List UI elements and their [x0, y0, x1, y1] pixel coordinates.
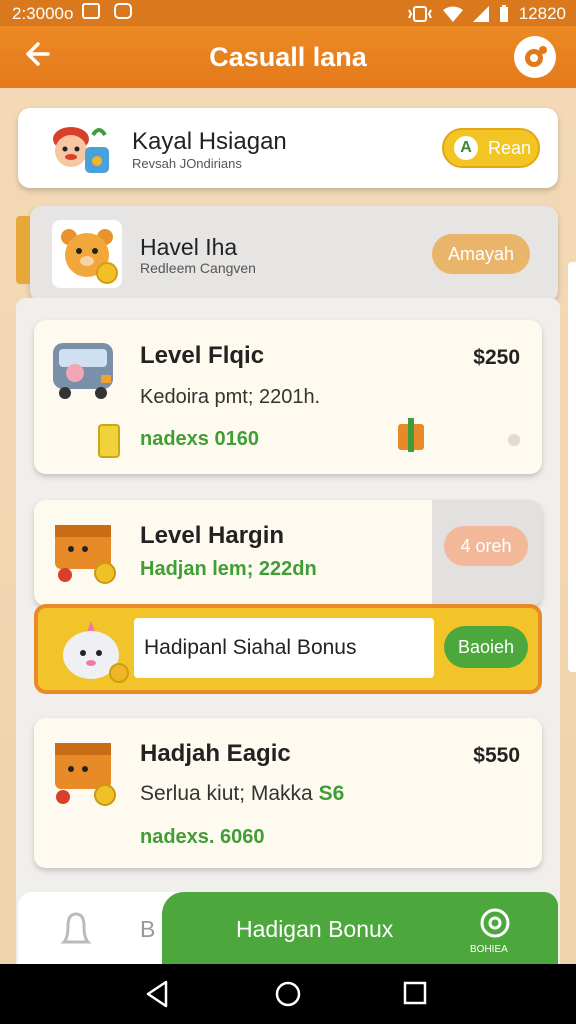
bottom-action-bar: B Hadigan Bonux BOHIEA — [18, 892, 558, 964]
top-card-button[interactable]: A Rean — [442, 128, 540, 168]
item-price: $550 — [473, 744, 520, 767]
second-card-subtitle: Redleem Cangven — [140, 260, 256, 276]
item-title: Hadjah Eagic — [140, 740, 291, 767]
status-right: 12820 — [407, 4, 566, 24]
bell-icon[interactable] — [58, 910, 94, 950]
nav-recents-icon[interactable] — [402, 980, 432, 1010]
bottom-left-letter: B — [140, 916, 156, 942]
character-avatar — [40, 116, 118, 180]
bear-avatar — [52, 220, 122, 288]
item-button[interactable]: 4 oreh — [444, 526, 528, 566]
coin-jar-icon — [98, 424, 120, 458]
item-description: Serlua kiut; Makka — [140, 782, 313, 805]
app-bar: Casuall lana — [0, 26, 576, 88]
bonus-banner[interactable]: Hadipanl Siahal Bonus Baoieh — [34, 604, 542, 694]
main-content: Kayal Hsiagan Revsah JOndirians A Rean H… — [0, 88, 576, 978]
item-title: Level Hargin — [140, 522, 285, 549]
bonus-cta-label: Hadigan Bonux — [236, 916, 394, 942]
unicorn-character-icon — [63, 621, 129, 683]
item-button-label: 4 oreh — [460, 535, 512, 556]
battery-icon — [499, 5, 508, 22]
status-bar: 2:3000o 12820 — [0, 0, 576, 26]
card-accent-strip — [16, 216, 30, 284]
wheel-icon-label: BOHIEA — [470, 944, 508, 955]
vibrate-icon — [407, 6, 432, 22]
bonus-button[interactable]: Baoieh — [444, 626, 528, 668]
item-reward: nadexs. 6060 — [140, 826, 265, 848]
a-badge-icon: A — [454, 136, 478, 160]
item-description-highlight: S6 — [318, 782, 345, 805]
bonus-avatar — [50, 614, 134, 686]
scrollbar[interactable] — [568, 262, 576, 672]
nav-home-icon[interactable] — [274, 980, 304, 1010]
item-avatar — [48, 514, 124, 586]
second-card-button-label: Amayah — [447, 243, 515, 264]
item-description-row: Serlua kiut; Makka S6 — [140, 782, 344, 806]
second-card-button[interactable]: Amayah — [432, 234, 530, 274]
bonus-button-label: Baoieh — [457, 636, 515, 657]
top-card-button-label: Rean — [488, 137, 532, 158]
box-character-icon — [55, 525, 116, 584]
list-item[interactable]: Hadjah Eagic $550 Serlua kiut; Makka S6 … — [34, 718, 542, 868]
bear-icon — [61, 229, 118, 284]
list-item[interactable]: Level Flqic $250 Kedoira pmt; 2201h. nad… — [34, 320, 542, 474]
page-title: Casuall lana — [209, 42, 367, 72]
status-clock: 12820 — [518, 4, 566, 23]
system-nav-bar — [0, 964, 576, 1024]
second-card-title: Havel Iha — [140, 234, 238, 260]
status-icons — [82, 3, 132, 19]
character-icon — [53, 127, 109, 173]
dot-indicator — [508, 434, 520, 446]
profile-icon[interactable] — [514, 36, 556, 78]
item-title: Level Flqic — [140, 342, 265, 369]
bonus-cta-button[interactable]: Hadigan Bonux BOHIEA — [162, 892, 558, 964]
item-description: Hadjan lem; 222dn — [140, 558, 317, 580]
nav-back-icon[interactable] — [144, 980, 174, 1010]
status-time: 2:3000o — [12, 4, 74, 23]
wifi-icon — [442, 6, 463, 22]
second-card[interactable]: Havel Iha Redleem Cangven Amayah — [16, 206, 558, 302]
bus-character-icon — [53, 343, 113, 399]
bonus-label: Hadipanl Siahal Bonus — [144, 636, 357, 659]
item-avatar — [48, 732, 124, 808]
item-description: Kedoira pmt; 2201h. — [140, 386, 321, 408]
top-card-subtitle: Revsah JOndirians — [132, 156, 242, 171]
gift-box-icon — [398, 418, 424, 452]
top-card[interactable]: Kayal Hsiagan Revsah JOndirians A Rean — [18, 108, 558, 188]
item-reward: nadexs 0160 — [140, 428, 259, 450]
notification-icon — [114, 3, 132, 19]
signal-icon — [472, 6, 489, 22]
box-character-icon — [55, 743, 116, 806]
top-card-title: Kayal Hsiagan — [132, 128, 287, 155]
bonus-label-box: Hadipanl Siahal Bonus — [134, 618, 434, 678]
image-icon — [82, 3, 100, 19]
item-price: $250 — [473, 346, 520, 369]
item-avatar — [46, 334, 122, 402]
list-item[interactable]: Level Hargin Hadjan lem; 222dn 4 oreh — [34, 500, 542, 606]
wheel-icon[interactable] — [478, 906, 512, 940]
